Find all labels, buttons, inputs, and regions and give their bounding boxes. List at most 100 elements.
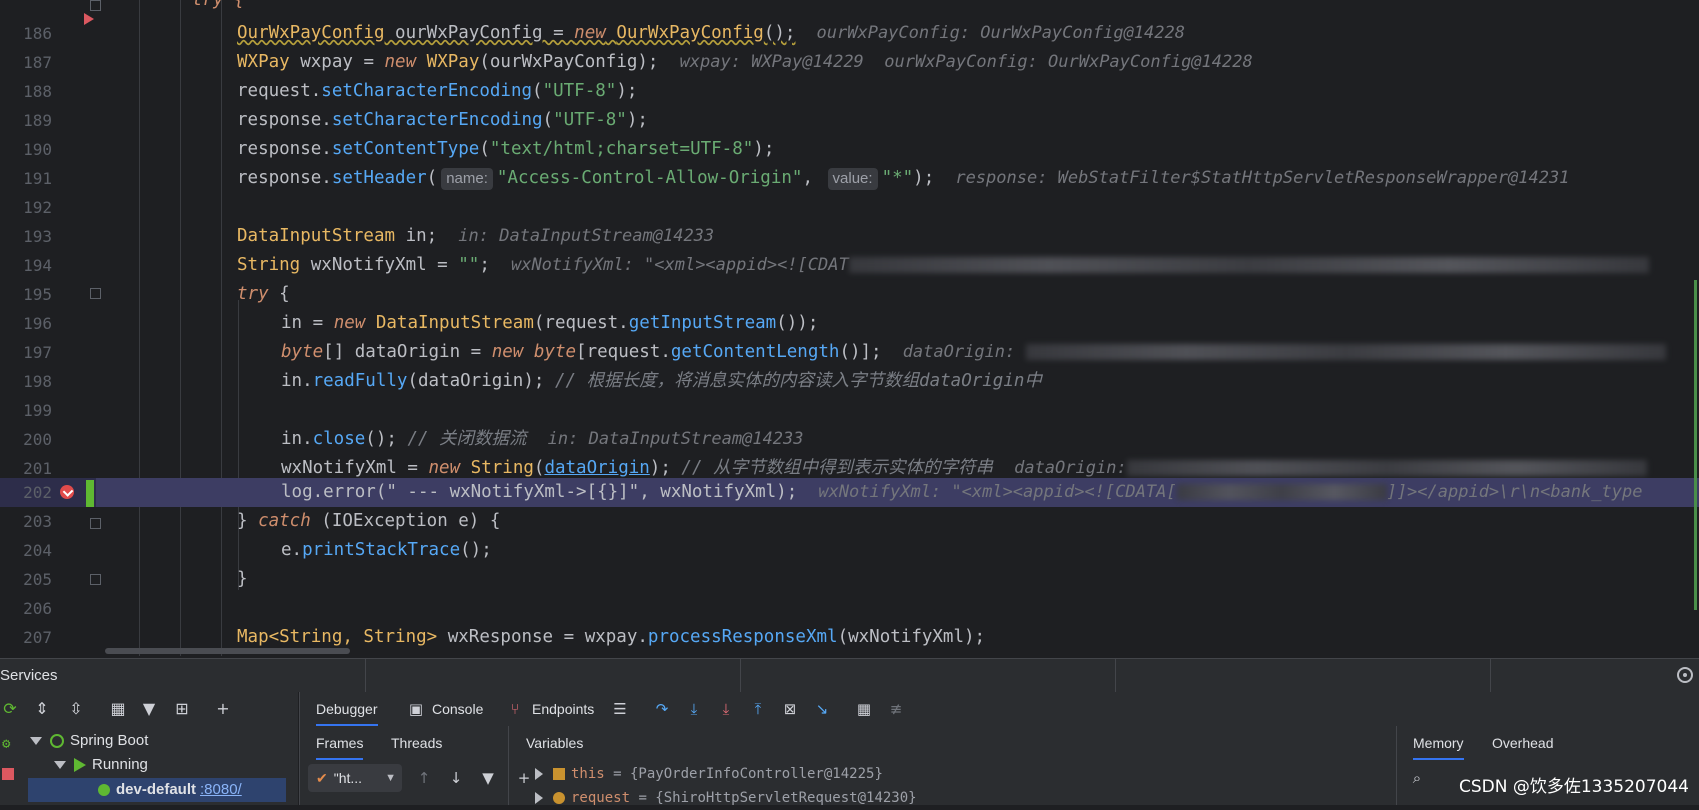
- line-number[interactable]: 195: [0, 280, 96, 309]
- tree-item-running[interactable]: Running: [0, 753, 298, 777]
- code-line[interactable]: e.printStackTrace();: [96, 536, 1699, 565]
- code-line[interactable]: response.setCharacterEncoding("UTF-8");: [96, 106, 1699, 135]
- line-number[interactable]: 204: [0, 536, 96, 565]
- inline-debug-value[interactable]: wxpay: WXPay@14229 ourWxPayConfig: OurWx…: [680, 52, 1253, 72]
- code-line[interactable]: } catch (IOException e) {: [96, 507, 1699, 536]
- chevron-down-icon[interactable]: [54, 761, 66, 770]
- line-number[interactable]: 206: [0, 594, 96, 623]
- code-line[interactable]: response.setContentType("text/html;chars…: [96, 135, 1699, 164]
- add-service-icon[interactable]: +: [213, 700, 233, 718]
- port-link[interactable]: :8080/: [200, 781, 242, 798]
- code-line[interactable]: String wxNotifyXml = ""; wxNotifyXml: "<…: [96, 251, 1699, 280]
- line-number[interactable]: 187: [0, 48, 96, 77]
- tree-item-dev-default[interactable]: dev-default:8080/: [28, 778, 286, 802]
- inline-debug-value[interactable]: in: DataInputStream@14233: [548, 429, 804, 449]
- code-line[interactable]: byte[] dataOrigin = new byte[request.get…: [96, 338, 1699, 367]
- code-line[interactable]: try {: [96, 0, 1699, 15]
- line-number[interactable]: 199: [0, 396, 96, 425]
- chevron-right-icon[interactable]: [535, 768, 543, 780]
- code-text: {: [268, 284, 290, 304]
- new-watch-icon[interactable]: +: [514, 769, 534, 787]
- code-text: e.: [281, 540, 303, 560]
- line-number[interactable]: 197: [0, 338, 96, 367]
- breakpoint-icon[interactable]: [60, 485, 74, 499]
- line-number-current[interactable]: 202: [0, 478, 96, 507]
- run-to-cursor-icon[interactable]: ↘: [812, 700, 832, 718]
- collapse-all-icon[interactable]: ⇳: [66, 700, 86, 718]
- trace-current-stream-icon[interactable]: ≢: [886, 700, 906, 718]
- evaluate-expression-icon[interactable]: ▦: [854, 700, 874, 718]
- force-step-into-icon[interactable]: ⤓: [716, 700, 736, 718]
- line-number[interactable]: 203: [0, 507, 96, 536]
- inline-debug-value[interactable]: wxNotifyXml: "<xml><appid><![CDATA[: [818, 482, 1176, 502]
- code-line-current[interactable]: log.error(" --- wxNotifyXml->[{}]", wxNo…: [96, 478, 1699, 507]
- chevron-down-icon[interactable]: [30, 737, 42, 746]
- inline-debug-value[interactable]: response: WebStatFilter$StatHttpServletR…: [955, 168, 1569, 188]
- line-number[interactable]: 186: [0, 19, 96, 48]
- parameter-icon: [553, 792, 565, 804]
- line-number[interactable]: 200: [0, 425, 96, 454]
- tab-frames[interactable]: Frames: [316, 726, 364, 760]
- code-line[interactable]: try {: [96, 280, 1699, 309]
- previous-frame-icon[interactable]: ↑: [414, 769, 434, 787]
- code-line[interactable]: in.readFully(dataOrigin); // 根据长度，将消息实体的…: [96, 367, 1699, 396]
- line-number[interactable]: 205: [0, 565, 96, 594]
- tab-overhead[interactable]: Overhead: [1492, 726, 1553, 760]
- code-line[interactable]: WXPay wxpay = new WXPay(ourWxPayConfig);…: [96, 48, 1699, 77]
- gear-icon[interactable]: [1677, 667, 1693, 683]
- variable-row[interactable]: request = {ShiroHttpServletRequest@14230…: [535, 786, 917, 810]
- inline-debug-value[interactable]: ]]></appid>\r\n<bank_type: [1387, 482, 1643, 502]
- tab-memory[interactable]: Memory: [1413, 726, 1464, 760]
- search-icon[interactable]: ⌕: [1407, 769, 1427, 787]
- step-out-icon[interactable]: ⤒: [748, 700, 768, 718]
- code-text: );: [626, 110, 648, 130]
- step-into-icon[interactable]: ⤓: [684, 700, 704, 718]
- group-by-icon[interactable]: ▦: [108, 700, 128, 718]
- tab-threads[interactable]: Threads: [391, 726, 442, 760]
- line-number[interactable]: 191: [0, 164, 96, 193]
- filter-icon[interactable]: ▼: [139, 700, 159, 718]
- code-line[interactable]: in = new DataInputStream(request.getInpu…: [96, 309, 1699, 338]
- next-frame-icon[interactable]: ↓: [446, 769, 466, 787]
- expand-all-icon[interactable]: ⇕: [32, 700, 52, 718]
- drop-frame-icon[interactable]: ⊠: [780, 700, 800, 718]
- variable-row[interactable]: this = {PayOrderInfoController@14225}: [535, 762, 883, 786]
- tab-endpoints[interactable]: Endpoints: [532, 692, 594, 726]
- step-over-icon[interactable]: ↷: [652, 700, 672, 718]
- code-line[interactable]: DataInputStream in; in: DataInputStream@…: [96, 222, 1699, 251]
- line-number[interactable]: 188: [0, 77, 96, 106]
- code-line[interactable]: request.setCharacterEncoding("UTF-8");: [96, 77, 1699, 106]
- tab-debugger[interactable]: Debugger: [316, 692, 378, 726]
- line-number[interactable]: 193: [0, 222, 96, 251]
- inline-debug-value[interactable]: ourWxPayConfig: OurWxPayConfig@14228: [817, 23, 1185, 43]
- code-line[interactable]: in.close(); // 关闭数据流 in: DataInputStream…: [96, 425, 1699, 454]
- inline-debug-value[interactable]: in: DataInputStream@14233: [458, 226, 714, 246]
- line-number[interactable]: 192: [0, 193, 96, 222]
- code-line[interactable]: }: [96, 565, 1699, 594]
- line-number[interactable]: 189: [0, 106, 96, 135]
- thread-selector[interactable]: ✔ "ht... ▼: [308, 764, 402, 792]
- inline-debug-value[interactable]: dataOrigin:: [903, 342, 1016, 362]
- line-number[interactable]: 196: [0, 309, 96, 338]
- line-number[interactable]: 207: [0, 623, 96, 652]
- code-editor[interactable]: try { 186 187 188 189 190 191 192 193 19…: [0, 0, 1699, 656]
- inline-debug-value[interactable]: dataOrigin:: [1014, 458, 1127, 478]
- rerun-icon[interactable]: ⟳: [0, 700, 20, 718]
- fold-marker-icon[interactable]: [90, 0, 101, 11]
- new-tab-icon[interactable]: ⊞: [172, 700, 192, 718]
- keyword: catch: [258, 511, 311, 531]
- line-number[interactable]: 198: [0, 367, 96, 396]
- method-name: readFully: [312, 371, 408, 391]
- menu-icon[interactable]: ☰: [610, 700, 630, 718]
- line-number[interactable]: 194: [0, 251, 96, 280]
- filter-frames-icon[interactable]: ▼: [478, 769, 498, 787]
- horizontal-scrollbar[interactable]: [105, 648, 350, 654]
- chevron-right-icon[interactable]: [535, 792, 543, 804]
- tab-console[interactable]: Console: [432, 692, 483, 726]
- line-number[interactable]: 190: [0, 135, 96, 164]
- tree-item-spring-boot[interactable]: Spring Boot: [0, 729, 298, 753]
- inline-debug-value[interactable]: wxNotifyXml: "<xml><appid><![CDAT: [511, 255, 849, 275]
- method-name: getInputStream: [628, 313, 777, 333]
- code-line[interactable]: OurWxPayConfig ourWxPayConfig = new OurW…: [96, 19, 1699, 48]
- code-line[interactable]: response.setHeader(name: "Access-Control-…: [96, 164, 1699, 193]
